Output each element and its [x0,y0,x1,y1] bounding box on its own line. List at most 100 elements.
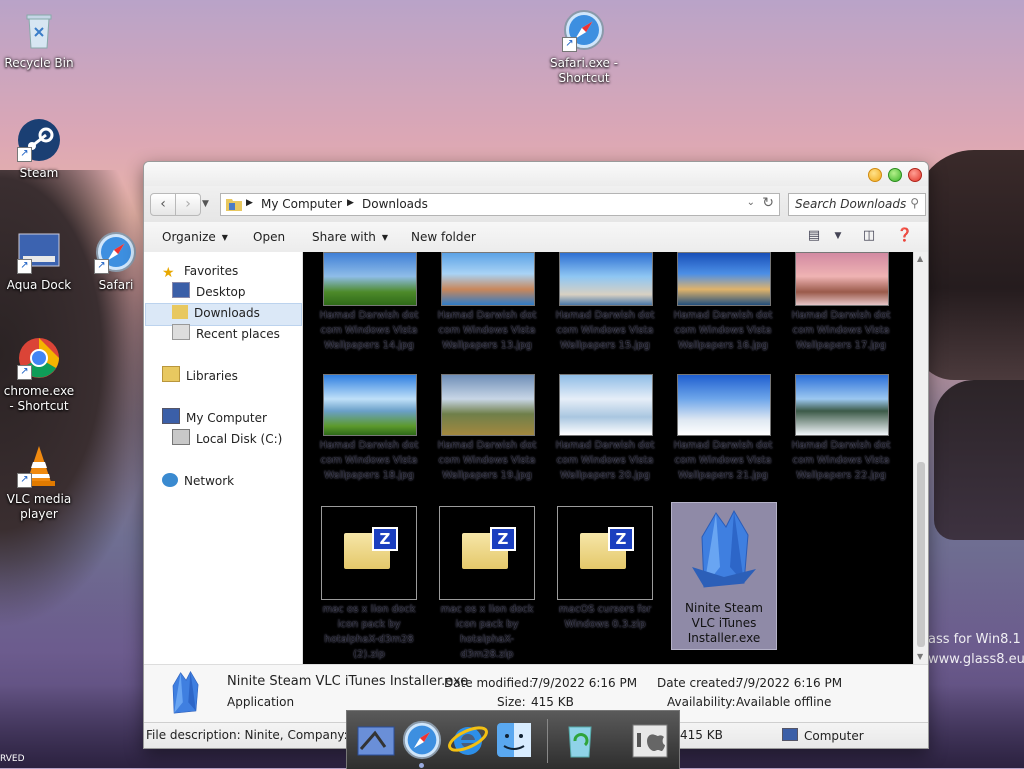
dock-internet-explorer-icon[interactable] [447,719,489,761]
breadcrumb-my-computer[interactable]: My Computer [261,197,342,211]
safari-compass-icon: ↗ [562,8,606,52]
dock-bar [346,710,680,769]
share-with-button[interactable]: Share with ▼ [312,230,388,244]
wallpaper-rocks-lower [934,380,1024,540]
new-folder-button[interactable]: New folder [411,230,476,244]
file-caption: Hamad Darwish dot com Windows Vista Wall… [319,440,419,481]
details-date-created: 7/9/2022 6:16 PM [736,676,843,690]
new-folder-label: New folder [411,230,476,244]
thumbnail-image[interactable] [441,374,535,436]
network-icon [162,473,178,487]
selected-file-item[interactable]: Ninite Steam VLC iTunes Installer.exe [671,502,777,650]
organize-button[interactable]: Organize ▼ [162,230,228,244]
navigation-pane: ★ Favorites Desktop Downloads Recent plac… [144,252,303,664]
nav-item-network[interactable]: Network [162,471,234,491]
address-dropdown-chevron-icon[interactable]: ⌄ [747,197,755,208]
desktop-icon-safari-shortcut[interactable]: ↗ Safari.exe - Shortcut [546,8,622,86]
nav-item-downloads[interactable]: Downloads [172,303,260,323]
nav-item-local-disk[interactable]: Local Disk (C:) [172,429,282,449]
breadcrumb-downloads[interactable]: Downloads [362,197,428,211]
zip-badge-icon: Z [608,527,634,551]
zip-file-item[interactable]: Z [439,506,535,600]
desktop-icon-chrome-shortcut[interactable]: ↗ chrome.exe - Shortcut [1,336,77,414]
vertical-scrollbar[interactable]: ▲ ▼ [913,252,928,664]
thumbnail-image[interactable] [677,374,771,436]
thumbnail-image[interactable] [323,252,417,306]
details-availability-label: Availability: [667,695,736,709]
shortcut-arrow-icon: ↗ [17,259,32,274]
desktop-icon-recycle-bin[interactable]: Recycle Bin [1,8,77,71]
open-label: Open [253,230,286,244]
breadcrumb-separator-icon: ▶ [347,198,354,208]
back-button[interactable]: ‹ [150,193,176,216]
ninite-crystal-icon [692,509,756,588]
safari-compass-icon: ↗ [94,230,138,274]
thumbnail-image[interactable] [323,374,417,436]
thumbnail-image[interactable] [441,252,535,306]
thumbnail-image[interactable] [559,374,653,436]
desktop-icon-vlc[interactable]: ↗ VLC media player [1,444,77,522]
organize-label: Organize [162,230,216,244]
thumbnail-image[interactable] [677,252,771,306]
desktop-icon-steam[interactable]: ↗ Steam [1,118,77,181]
dock-safari-icon[interactable] [401,719,443,761]
file-caption: mac os x lion dock icon pack by hotalpha… [322,604,416,660]
explorer-window: ‹ › ▼ ▶ My Computer ▶ Downloads ⌄ ↻ Sear… [143,161,929,749]
search-icon[interactable]: ⚲ [910,196,919,210]
details-size-label: Size: [497,695,526,709]
nav-item-libraries[interactable]: Libraries [162,366,238,386]
shortcut-arrow-icon: ↗ [17,365,32,380]
recent-pages-chevron-icon[interactable]: ▼ [202,199,209,209]
close-button[interactable] [908,168,922,182]
computer-icon [162,408,180,424]
shortcut-arrow-icon: ↗ [17,147,32,162]
nav-item-favorites[interactable]: ★ Favorites [162,261,238,281]
scroll-down-icon[interactable]: ▼ [917,652,923,661]
details-file-name: Ninite Steam VLC iTunes Installer.exe [227,674,469,689]
file-caption: Hamad Darwish dot com Windows Vista Wall… [673,310,773,351]
running-indicator [419,763,424,768]
title-bar[interactable] [144,162,928,186]
help-icon[interactable]: ❓ [896,228,914,244]
address-bar[interactable]: ▶ My Computer ▶ Downloads ⌄ ↻ [220,193,780,216]
change-view-icon[interactable]: ▤ [805,228,823,244]
nav-item-desktop[interactable]: Desktop [172,282,246,302]
open-button[interactable]: Open [253,230,285,244]
zip-file-item[interactable]: Z [321,506,417,600]
details-size: 415 KB [531,695,574,709]
refresh-icon[interactable]: ↻ [762,195,774,211]
zip-file-item[interactable]: Z [557,506,653,600]
dock-apple-menu-icon[interactable] [629,719,671,761]
steam-icon: ↗ [17,118,61,162]
file-list[interactable]: Hamad Darwish dot com Windows Vista Wall… [303,252,913,664]
wallpaper-watermark: ass for Win8.1 www.glass8.eu [928,630,1024,670]
desktop-icon-aqua-dock[interactable]: ↗ Aqua Dock [1,230,77,293]
search-input[interactable]: Search Downloads ⚲ [788,193,926,216]
dock-separator [547,719,548,763]
arrow-right-icon: › [185,196,191,212]
breadcrumb-separator-icon: ▶ [246,198,253,208]
nav-label: Favorites [184,264,239,278]
nav-item-my-computer[interactable]: My Computer [162,408,267,428]
forward-button[interactable]: › [175,193,201,216]
scrollbar-thumb[interactable] [917,462,925,647]
thumbnail-image[interactable] [559,252,653,306]
desktop-icon-label: Steam [19,166,59,180]
dock-mail-icon[interactable] [355,719,397,761]
desktop-icon-label: Aqua Dock [6,278,72,292]
dock-recycle-bin-icon[interactable] [559,719,601,761]
recent-places-icon [172,324,190,340]
thumbnail-image[interactable] [795,252,889,306]
thumbnail-image[interactable] [795,374,889,436]
maximize-button[interactable] [888,168,902,182]
scroll-up-icon[interactable]: ▲ [917,254,923,263]
folder-icon [226,199,242,211]
file-caption: Hamad Darwish dot com Windows Vista Wall… [437,440,537,481]
view-options-chevron-icon[interactable]: ▼ [829,231,847,247]
dock-finder-icon[interactable] [493,719,535,761]
details-date-modified-label: Date modified: [444,676,534,690]
minimize-button[interactable] [868,168,882,182]
nav-item-recent-places[interactable]: Recent places [172,324,280,344]
preview-pane-icon[interactable]: ◫ [860,228,878,244]
file-caption: Hamad Darwish dot com Windows Vista Wall… [673,440,773,481]
